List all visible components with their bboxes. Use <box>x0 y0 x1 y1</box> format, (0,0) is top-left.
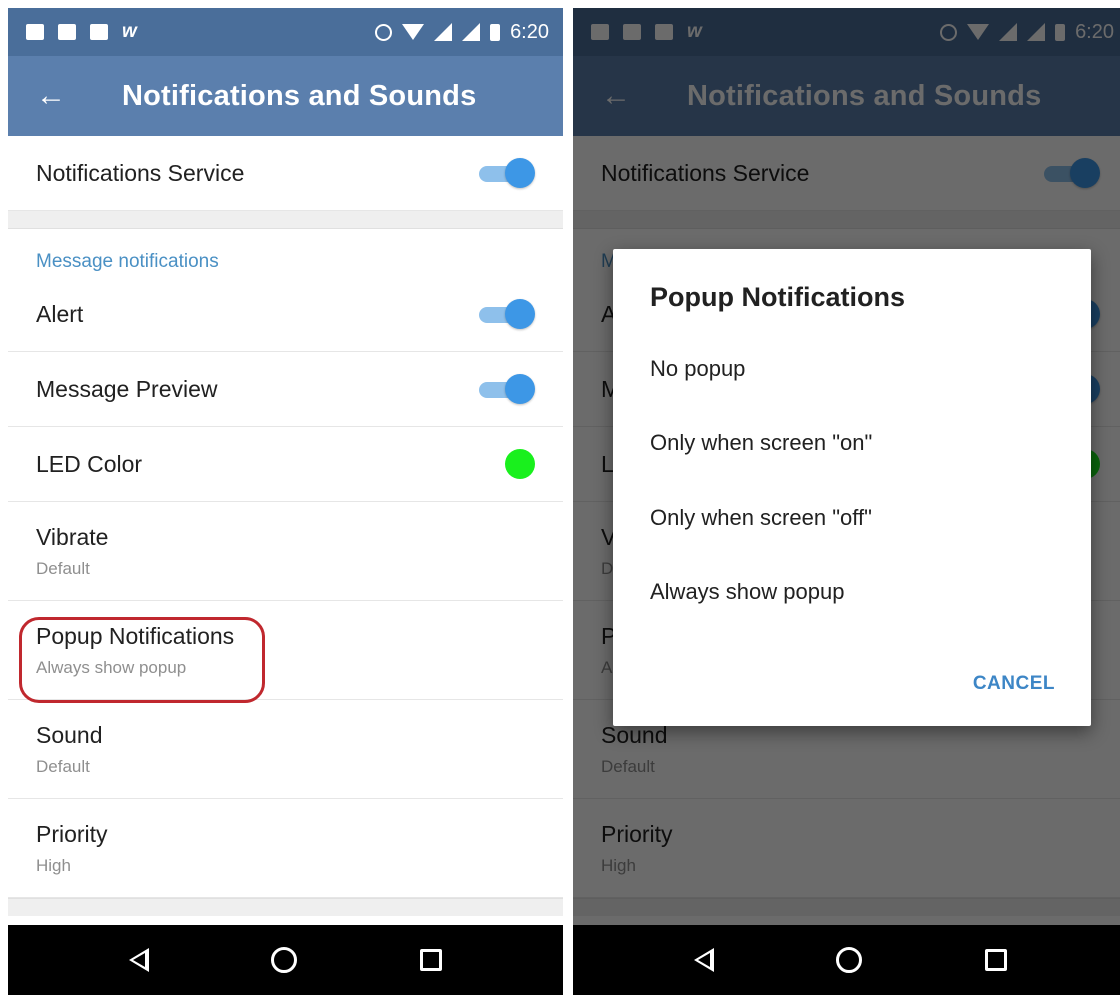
popup-notifications-label: Popup Notifications <box>36 622 235 649</box>
led-color-label: LED Color <box>36 450 143 477</box>
sound-row[interactable]: Sound Default <box>8 700 563 799</box>
alert-label: Alert <box>36 300 84 327</box>
vibrate-value: Default <box>36 558 90 578</box>
wifi-icon <box>402 24 425 40</box>
signal-icon <box>434 23 453 41</box>
screenshot: w 6:20 ← Notifications and Sounds Notifi… <box>0 0 1120 995</box>
notifications-service-label: Notifications Service <box>36 159 245 186</box>
dialog-option-screen-on[interactable]: Only when screen "on" <box>650 430 872 456</box>
bottom-divider <box>8 898 563 916</box>
phone-screen-dialog: w 6:20 ← Notifications and Sounds Notifi… <box>573 8 1120 995</box>
priority-label: Priority <box>36 820 108 847</box>
status-bar: w 6:20 <box>8 8 563 56</box>
dialog-title: Popup Notifications <box>650 282 905 312</box>
dialog-option-screen-off[interactable]: Only when screen "off" <box>650 505 872 531</box>
notifications-service-row[interactable]: Notifications Service <box>8 136 563 211</box>
alert-row[interactable]: Alert <box>8 277 563 352</box>
nav-back-icon[interactable] <box>129 948 150 972</box>
nav-recents-icon[interactable] <box>984 949 1007 971</box>
phone-screen-settings: w 6:20 ← Notifications and Sounds Notifi… <box>8 8 563 995</box>
navigation-bar <box>8 925 563 995</box>
page-title: Notifications and Sounds <box>122 79 477 112</box>
section-divider <box>8 211 563 229</box>
led-color-row[interactable]: LED Color <box>8 427 563 502</box>
led-color-swatch <box>505 449 535 479</box>
sound-label: Sound <box>36 721 103 748</box>
navigation-bar <box>573 925 1120 995</box>
section-header: Message notifications <box>36 251 219 272</box>
nav-home-icon[interactable] <box>836 947 863 973</box>
battery-icon <box>490 23 501 41</box>
nav-home-icon[interactable] <box>271 947 298 973</box>
popup-notifications-value: Always show popup <box>36 657 187 677</box>
app-notification-icon: w <box>122 21 137 42</box>
priority-row[interactable]: Priority High <box>8 799 563 898</box>
cancel-button[interactable]: CANCEL <box>973 673 1055 695</box>
status-time: 6:20 <box>510 20 549 43</box>
message-preview-row[interactable]: Message Preview <box>8 352 563 427</box>
message-notification-icon <box>26 24 44 40</box>
nav-back-icon[interactable] <box>694 948 715 972</box>
alarm-icon <box>375 23 393 41</box>
settings-list: Notifications Service Message notificati… <box>8 136 563 916</box>
priority-value: High <box>36 855 71 875</box>
nav-recents-icon[interactable] <box>419 949 442 971</box>
app-bar: ← Notifications and Sounds <box>8 56 563 136</box>
popup-notifications-row[interactable]: Popup Notifications Always show popup <box>8 601 563 700</box>
back-arrow-icon[interactable]: ← <box>36 81 80 111</box>
mail-notification-icon <box>90 24 108 40</box>
popup-notifications-dialog: Popup Notifications No popup Only when s… <box>613 249 1091 726</box>
roaming-signal-icon <box>462 23 481 41</box>
vibrate-label: Vibrate <box>36 523 109 550</box>
dialog-option-always-show[interactable]: Always show popup <box>650 579 844 605</box>
alert-toggle[interactable] <box>479 299 535 329</box>
sound-value: Default <box>36 756 90 776</box>
image-notification-icon <box>58 24 76 40</box>
dialog-option-no-popup[interactable]: No popup <box>650 356 745 382</box>
message-preview-toggle[interactable] <box>479 374 535 404</box>
message-preview-label: Message Preview <box>36 375 218 402</box>
notifications-service-toggle[interactable] <box>479 158 535 188</box>
vibrate-row[interactable]: Vibrate Default <box>8 502 563 601</box>
